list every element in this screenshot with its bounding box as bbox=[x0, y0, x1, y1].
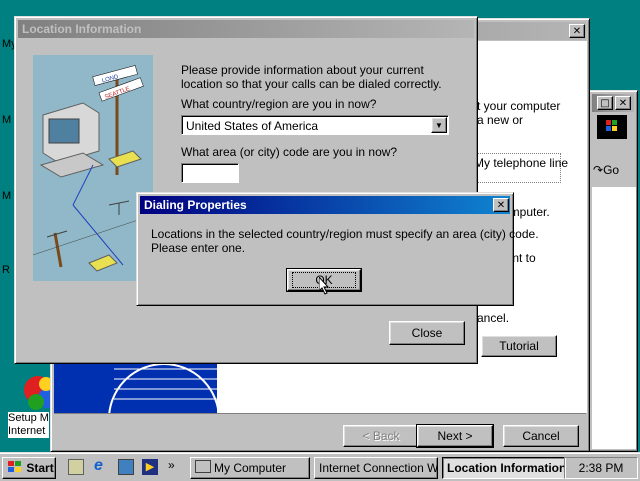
taskbar-item-my-computer[interactable]: My Computer bbox=[190, 457, 310, 479]
telephone-line-option[interactable]: My telephone line bbox=[471, 153, 568, 183]
more-chevron-icon[interactable]: » bbox=[168, 458, 175, 472]
location-information-window: Location Information LOND SEATTLE Please… bbox=[14, 16, 478, 364]
browser-content bbox=[592, 187, 636, 449]
start-button[interactable]: Start bbox=[2, 457, 56, 479]
taskbar-item-location-information[interactable]: Location Information bbox=[442, 457, 566, 479]
taskbar-item-label: Internet Connection W... bbox=[319, 461, 438, 475]
dialog-message-line1: Locations in the selected country/region… bbox=[151, 227, 539, 241]
dialog-message-line2: Please enter one. bbox=[151, 241, 246, 255]
desktop-icon-label: M bbox=[2, 114, 12, 126]
next-button[interactable]: Next > bbox=[416, 424, 494, 448]
taskbar-item-connection-wizard[interactable]: Internet Connection W... bbox=[314, 457, 438, 479]
maximize-button[interactable]: □ bbox=[597, 96, 613, 110]
media-player-icon[interactable]: ▶ bbox=[142, 459, 158, 475]
quick-launch-bar: e ▶ » bbox=[64, 457, 184, 479]
intro-text: Please provide information about your cu… bbox=[181, 63, 442, 91]
area-code-input[interactable] bbox=[181, 163, 239, 183]
close-button[interactable]: Close bbox=[389, 321, 465, 345]
chevron-down-icon: ▼ bbox=[435, 121, 443, 130]
close-button[interactable]: ✕ bbox=[493, 198, 509, 212]
area-code-label: What area (or city) code are you in now? bbox=[181, 145, 398, 159]
windows-logo-icon bbox=[597, 115, 627, 139]
go-button[interactable]: ↷Go bbox=[593, 163, 619, 177]
computer-icon bbox=[195, 460, 211, 473]
country-label: What country/region are you in now? bbox=[181, 97, 377, 111]
wizard-text-3: My telephone line bbox=[474, 156, 569, 170]
desktop-icon-label: Setup M bbox=[8, 412, 49, 424]
show-desktop-icon[interactable] bbox=[68, 459, 84, 475]
location-title-bar: Location Information bbox=[18, 20, 474, 38]
dialog-title-bar: Dialing Properties bbox=[140, 196, 510, 214]
country-select[interactable]: United States of America ▼ bbox=[181, 115, 449, 135]
wizard-text-6: ancel. bbox=[477, 311, 510, 325]
desktop-icon-setup-msn[interactable]: Setup M Internet bbox=[0, 372, 58, 442]
back-button[interactable]: < Back bbox=[343, 425, 419, 447]
window-title: Location Information bbox=[22, 22, 142, 36]
taskbar-item-label: Location Information bbox=[447, 461, 566, 475]
tutorial-button[interactable]: Tutorial bbox=[481, 335, 557, 357]
close-button[interactable]: ✕ bbox=[569, 24, 585, 38]
dropdown-arrow-button[interactable]: ▼ bbox=[431, 117, 447, 133]
go-arrow-icon: ↷ bbox=[593, 163, 604, 177]
taskbar: Start e ▶ » My Computer Internet Connect… bbox=[0, 452, 640, 481]
desktop-icon-network[interactable]: M bbox=[2, 190, 11, 202]
wizard-text-1: t your computer bbox=[477, 99, 561, 113]
desktop-icon-recycle-bin[interactable]: R bbox=[2, 264, 10, 276]
windows-logo-icon bbox=[8, 461, 21, 472]
internet-explorer-icon[interactable]: e bbox=[94, 457, 103, 475]
system-tray-clock[interactable]: 2:38 PM bbox=[564, 457, 638, 479]
country-select-value: United States of America bbox=[186, 119, 319, 133]
desktop-icon-my-computer[interactable]: M bbox=[2, 114, 11, 126]
desktop-icon-label: Internet bbox=[8, 425, 46, 437]
telephone-location-illustration: LOND SEATTLE bbox=[33, 55, 153, 281]
dialog-title: Dialing Properties bbox=[144, 198, 247, 212]
close-button[interactable]: ✕ bbox=[615, 96, 631, 110]
taskbar-item-label: My Computer bbox=[214, 461, 287, 475]
browser-window: □ ✕ ↷Go bbox=[588, 90, 638, 452]
dialing-properties-dialog: Dialing Properties ✕ Locations in the se… bbox=[136, 192, 539, 306]
start-label: Start bbox=[26, 461, 54, 475]
mouse-cursor-icon bbox=[319, 277, 330, 295]
wizard-banner bbox=[54, 359, 217, 413]
channels-icon[interactable] bbox=[118, 459, 134, 475]
cancel-button[interactable]: Cancel bbox=[503, 425, 579, 447]
desktop-icon-label: R bbox=[2, 264, 10, 276]
desktop-icon-label: M bbox=[2, 190, 12, 202]
wizard-text-2: a new or bbox=[477, 113, 524, 127]
